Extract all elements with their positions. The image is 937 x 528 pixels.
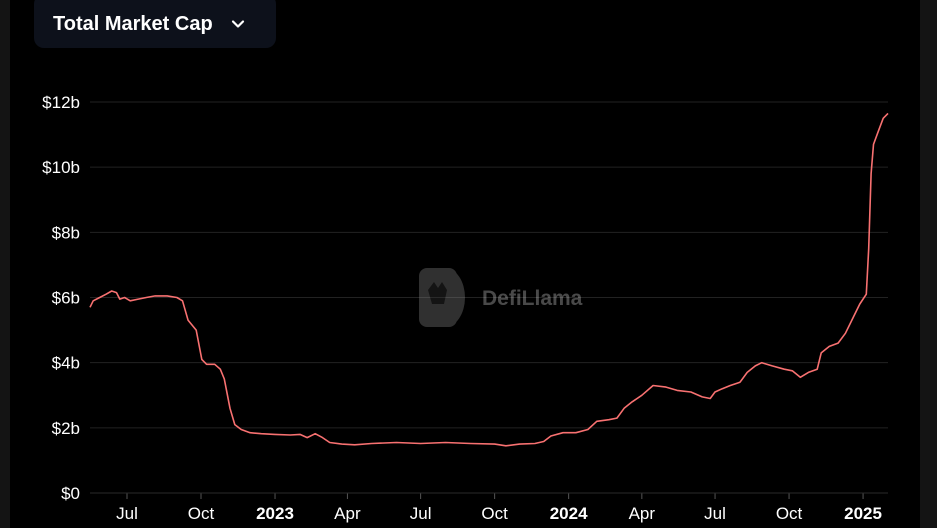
watermark: DefiLlama — [419, 268, 583, 327]
x-tick-label: Jul — [116, 504, 138, 523]
series-line-total-market-cap — [89, 112, 889, 447]
x-tick-label: Oct — [776, 504, 803, 523]
x-tick-label: Jul — [704, 504, 726, 523]
watermark-text: DefiLlama — [482, 287, 583, 310]
y-tick-label: $0 — [61, 484, 80, 503]
x-tick-label: 2024 — [550, 504, 588, 523]
y-tick-label: $4b — [52, 354, 80, 373]
x-tick-label: Oct — [481, 504, 508, 523]
x-tick-label: Apr — [334, 504, 361, 523]
y-tick-label: $8b — [52, 223, 80, 242]
market-cap-chart: DefiLlama $0 $2b $4b $6b $8b $10b $12b Jul Oct 2… — [42, 93, 889, 523]
gridlines — [90, 101, 888, 429]
x-tick-label: Apr — [629, 504, 656, 523]
x-tick-label: 2023 — [256, 504, 294, 523]
y-tick-label: $6b — [52, 289, 80, 308]
x-axis-ticks: Jul Oct 2023 Apr Jul Oct 2024 Apr Jul Oct 2025 — [116, 493, 882, 523]
y-tick-label: $12b — [42, 93, 80, 112]
x-tick-label: Oct — [188, 504, 215, 523]
y-axis-ticks: $0 $2b $4b $6b $8b $10b $12b — [42, 93, 80, 503]
y-tick-label: $10b — [42, 158, 80, 177]
y-tick-label: $2b — [52, 419, 80, 438]
x-tick-label: 2025 — [844, 504, 882, 523]
x-tick-label: Jul — [410, 504, 432, 523]
